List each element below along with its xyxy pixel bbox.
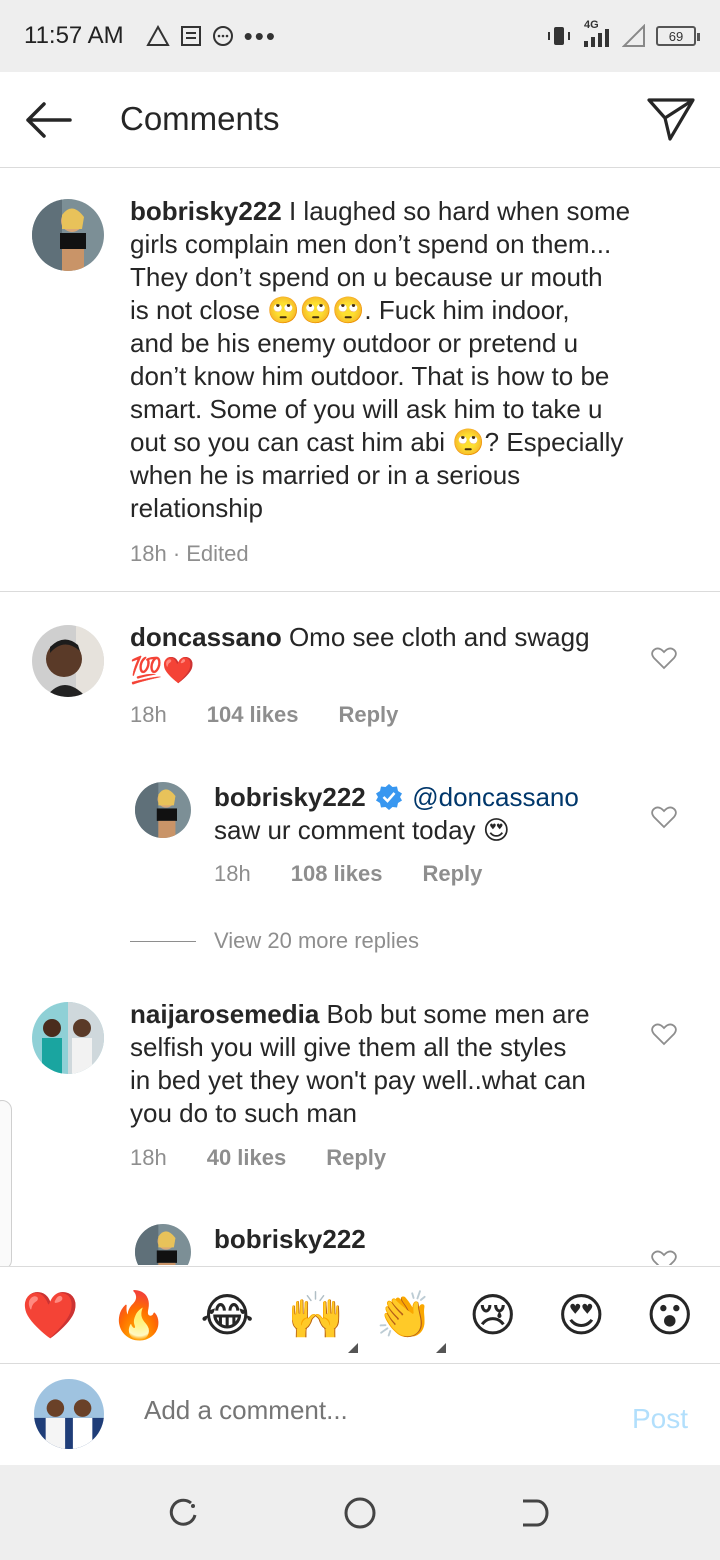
comments-header: Comments: [0, 72, 720, 168]
clapping-emoji: 👏: [375, 1288, 433, 1342]
comment-meta: 18h 40 likes Reply: [130, 1145, 386, 1171]
comment-time: 18h: [130, 702, 167, 727]
comment-username[interactable]: bobrisky222: [214, 1224, 366, 1254]
comment-text: bobrisky222 I laughed so hard when some …: [130, 195, 690, 525]
heart-eyes-emoji-button[interactable]: 😍: [551, 1285, 611, 1345]
comment-meta: 18h 104 likes Reply: [130, 702, 398, 728]
comment-meta: 18h 108 likes Reply: [214, 861, 482, 887]
comment-composer: Post: [0, 1365, 720, 1465]
comment-time: 18h · Edited: [130, 541, 249, 566]
battery-icon: 69: [656, 26, 700, 46]
laughing-emoji-button[interactable]: 😂: [197, 1285, 257, 1345]
view-more-replies-button[interactable]: View 20 more replies: [130, 928, 419, 954]
back-icon[interactable]: [515, 1493, 555, 1533]
comment-line: 💯❤️: [130, 655, 195, 685]
surprised-emoji-button[interactable]: 😮: [640, 1285, 700, 1345]
comment-text: naijarosemedia Bob but some men are self…: [130, 998, 640, 1130]
battery-level: 69: [668, 28, 684, 44]
likes-count[interactable]: 104 likes: [207, 702, 299, 728]
comment-line: I laughed so hard when some: [288, 196, 631, 226]
comment-text: bobrisky222: [214, 1223, 644, 1256]
status-notification-icons: •••: [145, 20, 277, 52]
page-title: Comments: [120, 100, 280, 137]
view-more-label: View 20 more replies: [214, 928, 420, 953]
comment-meta: 18h · Edited: [130, 541, 249, 567]
direct-send-icon[interactable]: [646, 96, 696, 142]
likes-count[interactable]: 40 likes: [207, 1145, 287, 1171]
like-heart-icon[interactable]: [651, 805, 677, 829]
status-time: 11:57 AM: [24, 22, 124, 49]
divider: [0, 591, 720, 592]
signal-empty-icon: [622, 24, 645, 47]
comment-line: selfish you will give them all the style…: [130, 1032, 567, 1062]
comment-time: 18h: [214, 861, 251, 886]
comment-text: bobrisky222 @doncassano saw ur comment t…: [214, 781, 644, 847]
comment-line: saw ur comment today 😍: [214, 815, 510, 845]
mention-link[interactable]: @doncassano: [412, 782, 579, 812]
avatar[interactable]: [32, 625, 104, 697]
comment-line: Omo see cloth and swagg: [288, 622, 590, 652]
comment-line: when he is married or in a serious: [130, 460, 521, 490]
reply-button[interactable]: Reply: [338, 702, 398, 728]
avatar[interactable]: [135, 1224, 191, 1265]
system-nav-bar: [0, 1465, 720, 1560]
skin-tone-indicator-icon: [347, 1343, 358, 1353]
like-heart-icon[interactable]: [651, 646, 677, 670]
recent-apps-icon[interactable]: [165, 1493, 205, 1533]
raised-hands-emoji-button[interactable]: 🙌: [286, 1285, 358, 1353]
status-system-icons: 4G 69: [546, 19, 700, 49]
reply-button[interactable]: Reply: [326, 1145, 386, 1171]
scroll-side-handle[interactable]: [0, 1100, 12, 1270]
like-heart-icon[interactable]: [651, 1022, 677, 1046]
post-button[interactable]: Post: [632, 1403, 688, 1435]
comment-username[interactable]: bobrisky222: [130, 196, 282, 226]
vibrate-icon: [548, 27, 570, 45]
comment-line: you do to such man: [130, 1098, 357, 1128]
comment-line: Bob but some men are: [326, 999, 590, 1029]
my-avatar: [34, 1379, 104, 1449]
signal-icon: 4G: [582, 19, 612, 49]
comment-username[interactable]: bobrisky222: [214, 782, 366, 812]
like-heart-icon[interactable]: [651, 1249, 677, 1265]
comment-time: 18h: [130, 1145, 167, 1170]
add-comment-input[interactable]: [144, 1395, 604, 1426]
raised-hands-emoji: 🙌: [287, 1288, 345, 1342]
comment-username[interactable]: naijarosemedia: [130, 999, 319, 1029]
reply-button[interactable]: Reply: [422, 861, 482, 887]
emoji-reaction-bar: ❤️ 🔥 😂 🙌 👏 😢 😍 😮: [0, 1266, 720, 1364]
comment-line: girls complain men don’t spend on them..…: [130, 229, 612, 259]
fire-emoji-button[interactable]: 🔥: [109, 1285, 169, 1345]
comment-line: smart. Some of you will ask him to take …: [130, 394, 603, 424]
comment-line: in bed yet they won't pay well..what can: [130, 1065, 586, 1095]
comment-line: is not close 🙄🙄🙄. Fuck him indoor,: [130, 295, 570, 325]
view-more-line: [130, 940, 196, 942]
likes-count[interactable]: 108 likes: [291, 861, 383, 887]
comment-line: out so you can cast him abi 🙄? Especiall…: [130, 427, 624, 457]
heart-emoji-button[interactable]: ❤️: [20, 1285, 80, 1345]
network-type: 4G: [584, 19, 599, 31]
avatar[interactable]: [135, 782, 191, 838]
skin-tone-indicator-icon: [436, 1343, 447, 1353]
verified-badge-icon: [375, 784, 402, 810]
status-bar: 11:57 AM ••• 4G 69: [0, 0, 720, 72]
warning-icon: [145, 25, 170, 46]
comment-text: doncassano Omo see cloth and swagg 💯❤️: [130, 621, 640, 687]
home-icon[interactable]: [340, 1493, 380, 1533]
avatar[interactable]: [32, 199, 104, 271]
message-icon: [212, 26, 233, 46]
comment-line: relationship: [130, 493, 263, 523]
comment-line: and be his enemy outdoor or pretend u: [130, 328, 579, 358]
more-notifications-icon: •••: [243, 20, 277, 51]
clapping-emoji-button[interactable]: 👏: [374, 1285, 447, 1353]
news-icon: [180, 26, 201, 46]
avatar[interactable]: [32, 1002, 104, 1074]
comments-list[interactable]: bobrisky222 I laughed so hard when some …: [0, 169, 720, 1265]
back-arrow-icon[interactable]: [22, 98, 74, 142]
crying-emoji-button[interactable]: 😢: [463, 1285, 523, 1345]
comment-username[interactable]: doncassano: [130, 622, 282, 652]
comment-line: don’t know him outdoor. That is how to b…: [130, 361, 610, 391]
comment-line: They don’t spend on u because ur mouth: [130, 262, 603, 292]
